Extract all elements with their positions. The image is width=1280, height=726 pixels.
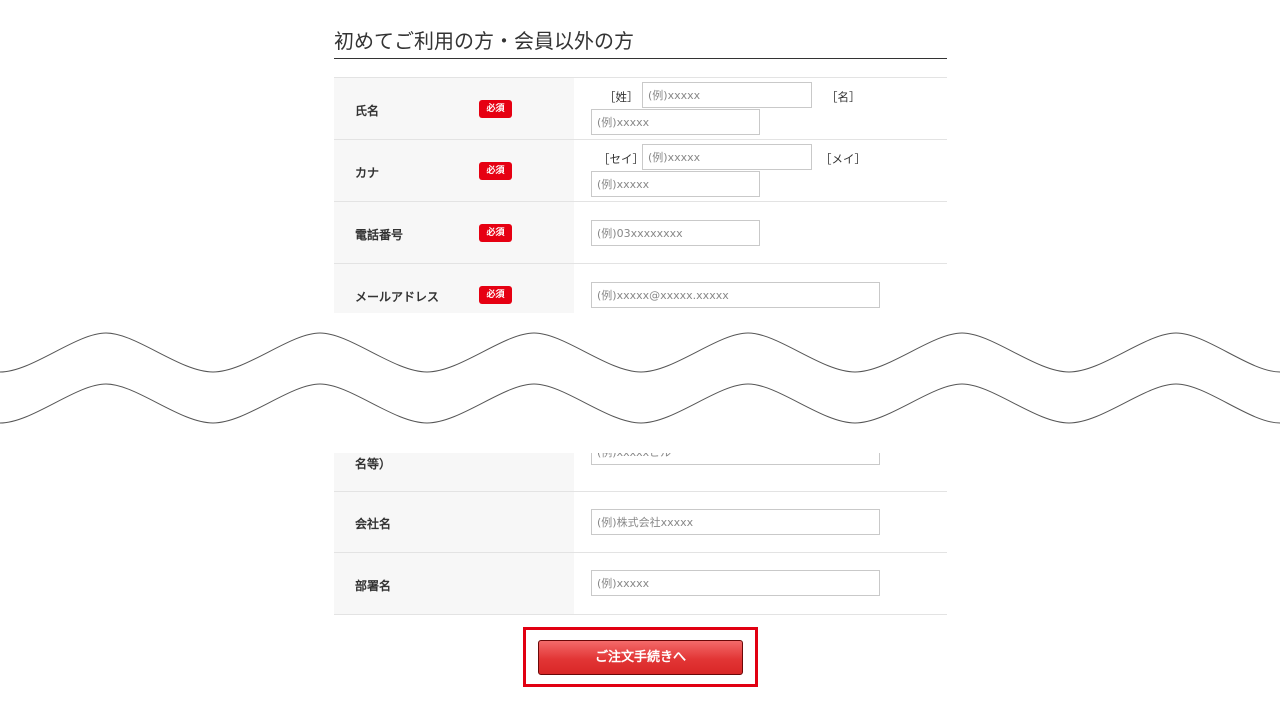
- row-phone: 電話番号 必須: [334, 202, 947, 264]
- form-table-bottom: 名等） 会社名 部署名: [334, 453, 947, 615]
- label-cell: カナ 必須: [334, 140, 574, 201]
- row-company: 会社名: [334, 492, 947, 553]
- bracket-last-kana: ［セイ］: [598, 152, 644, 166]
- form-table-top: 氏名 必須 ［姓］ ［名］ カナ 必須 ［セイ］ ［メイ］ 電話番号 必須: [334, 77, 947, 326]
- building-input-clip: [591, 453, 880, 465]
- bracket-first-kana: ［メイ］: [820, 152, 866, 166]
- field-label-company: 会社名: [355, 517, 392, 531]
- field-label-email: メールアドレス: [355, 290, 440, 304]
- row-department: 部署名: [334, 553, 947, 615]
- wave-line-top: [0, 332, 1280, 373]
- building-input[interactable]: [591, 453, 880, 465]
- proceed-to-order-button[interactable]: ご注文手続きへ: [538, 640, 743, 675]
- required-badge: 必須: [479, 100, 512, 118]
- wavy-break-lines: [0, 332, 1280, 424]
- label-cell: 氏名 必須: [334, 78, 574, 139]
- row-name: 氏名 必須 ［姓］ ［名］: [334, 78, 947, 140]
- bracket-first-name: ［名］: [826, 90, 861, 104]
- label-cell: 名等）: [334, 453, 574, 491]
- email-input[interactable]: [591, 282, 880, 308]
- wave-line-bottom: [0, 383, 1280, 424]
- field-label-kana: カナ: [355, 166, 380, 180]
- required-badge: 必須: [479, 162, 512, 180]
- field-label-department: 部署名: [355, 579, 392, 593]
- section-title: 初めてご利用の方・会員以外の方: [334, 28, 947, 59]
- label-cell: 電話番号 必須: [334, 202, 574, 263]
- submit-highlight-frame: ご注文手続きへ: [523, 627, 758, 687]
- field-label-name: 氏名: [355, 104, 380, 118]
- row-building: 名等）: [334, 453, 947, 492]
- content-break-band: [0, 313, 1280, 453]
- row-kana: カナ 必須 ［セイ］ ［メイ］: [334, 140, 947, 202]
- label-cell: 会社名: [334, 492, 574, 552]
- field-label-phone: 電話番号: [355, 228, 404, 242]
- department-input[interactable]: [591, 570, 880, 596]
- first-name-kana-input[interactable]: [591, 171, 760, 197]
- last-name-kana-input[interactable]: [642, 144, 812, 170]
- required-badge: 必須: [479, 224, 512, 242]
- company-input[interactable]: [591, 509, 880, 535]
- phone-input[interactable]: [591, 220, 760, 246]
- bracket-last-name: ［姓］: [604, 90, 639, 104]
- first-name-input[interactable]: [591, 109, 760, 135]
- field-label-building: 名等）: [355, 457, 392, 471]
- last-name-input[interactable]: [642, 82, 812, 108]
- required-badge: 必須: [479, 286, 512, 304]
- label-cell: 部署名: [334, 553, 574, 614]
